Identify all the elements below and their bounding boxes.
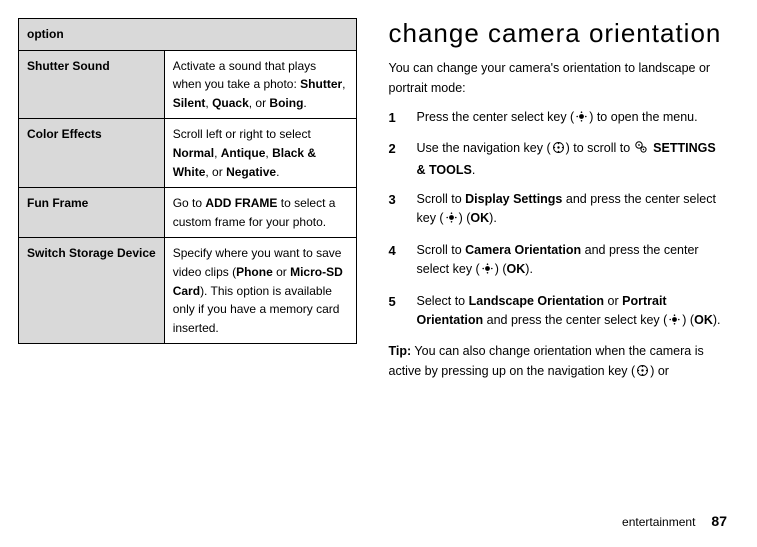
tip-label: Tip: [389, 344, 412, 358]
step-item: Press the center select key () to open t… [389, 108, 728, 129]
nav-key-icon [552, 141, 565, 160]
option-description: Specify where you want to save video cli… [164, 238, 356, 344]
center-select-icon [575, 110, 588, 129]
step-item: Scroll to Camera Orientation and press t… [389, 241, 728, 282]
table-row: Color EffectsScroll left or right to sel… [19, 119, 357, 188]
section-heading: change camera orientation [389, 18, 728, 49]
options-table-header: option [19, 19, 357, 51]
step-item: Use the navigation key () to scroll to S… [389, 139, 728, 180]
gear-icon [634, 140, 648, 160]
option-label: Switch Storage Device [19, 238, 165, 344]
option-label: Fun Frame [19, 188, 165, 238]
option-description: Go to ADD FRAME to select a custom frame… [164, 188, 356, 238]
option-description: Scroll left or right to select Normal, A… [164, 119, 356, 188]
step-item: Select to Landscape Orientation or Portr… [389, 292, 728, 333]
page-footer: entertainment 87 [622, 511, 727, 533]
right-column: change camera orientation You can change… [389, 18, 728, 393]
option-label: Shutter Sound [19, 50, 165, 119]
table-row: Fun FrameGo to ADD FRAME to select a cus… [19, 188, 357, 238]
table-row: Shutter SoundActivate a sound that plays… [19, 50, 357, 119]
center-select-icon [481, 262, 494, 281]
center-select-icon [668, 313, 681, 332]
table-row: Switch Storage DeviceSpecify where you w… [19, 238, 357, 344]
step-item: Scroll to Display Settings and press the… [389, 190, 728, 231]
center-select-icon [445, 211, 458, 230]
footer-page-number: 87 [711, 513, 727, 529]
option-description: Activate a sound that plays when you tak… [164, 50, 356, 119]
nav-key-icon [636, 364, 649, 383]
tip-body-post: ) or [650, 364, 669, 378]
intro-text: You can change your camera's orientation… [389, 59, 728, 98]
tip-paragraph: Tip: You can also change orientation whe… [389, 342, 728, 383]
steps-list: Press the center select key () to open t… [389, 108, 728, 332]
option-label: Color Effects [19, 119, 165, 188]
footer-section: entertainment [622, 515, 695, 529]
left-column: option Shutter SoundActivate a sound tha… [18, 18, 357, 393]
options-table: option Shutter SoundActivate a sound tha… [18, 18, 357, 344]
